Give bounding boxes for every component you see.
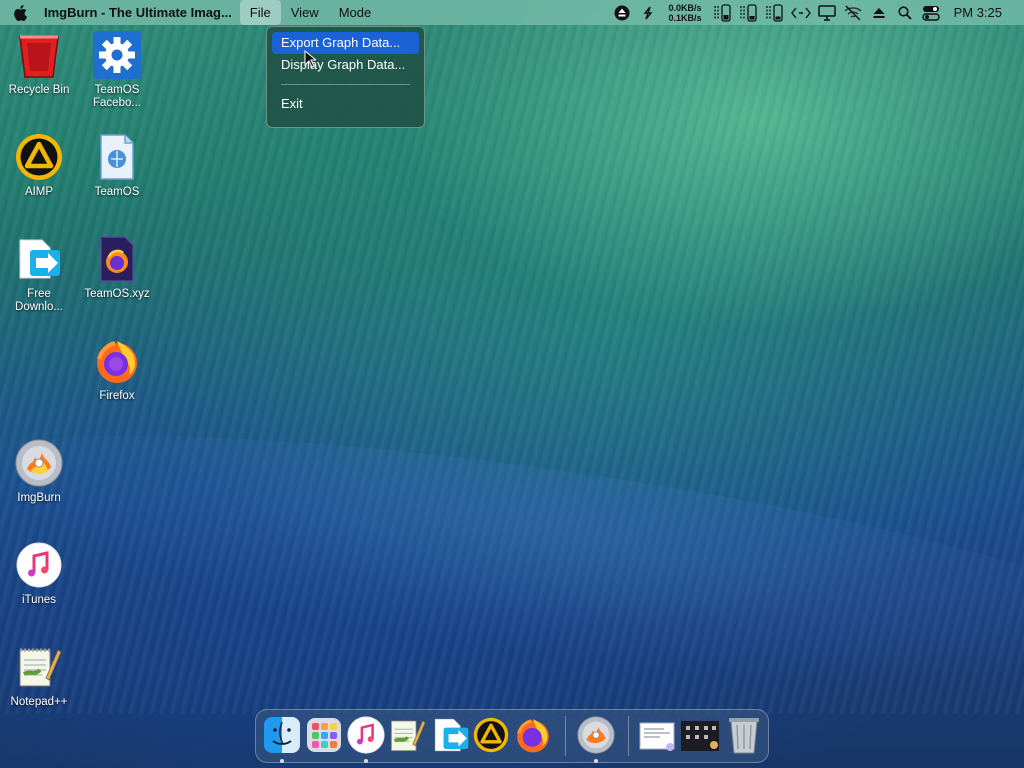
dock <box>255 709 769 763</box>
desktop-icon-teamos[interactable]: TeamOS <box>78 132 156 199</box>
desktop-icon-imgburn[interactable]: ImgBurn <box>0 438 78 505</box>
dock-imgburn[interactable] <box>576 715 616 763</box>
running-indicator <box>364 759 368 763</box>
control-center-icon[interactable] <box>918 0 944 25</box>
menu-file[interactable]: File <box>239 0 281 25</box>
firefox-icon <box>517 719 549 753</box>
dock-downloads-stack[interactable] <box>638 715 678 755</box>
aimp-icon <box>14 132 64 182</box>
desktop-icon-free-download-manager[interactable]: Free Downlo... <box>0 234 78 314</box>
desktop-icon-label: Firefox <box>99 390 135 402</box>
download-speed: 0.1KB/s <box>668 12 702 23</box>
menu-item-exit[interactable]: Exit <box>272 93 419 115</box>
eject-circle-icon[interactable] <box>609 0 635 25</box>
desktop-icon-label: Recycle Bin <box>8 84 70 96</box>
trash-icon <box>729 718 759 754</box>
eject-icon[interactable] <box>866 0 892 25</box>
running-indicator <box>594 759 598 763</box>
dock-separator <box>628 716 629 756</box>
desktop-icon-label: TeamOS Facebo... <box>93 84 141 109</box>
wifi-off-icon[interactable] <box>840 0 866 25</box>
upload-speed: 0.0KB/s <box>668 2 702 13</box>
finder-icon <box>264 717 300 753</box>
battery-2-icon[interactable] <box>736 0 762 25</box>
network-speed[interactable]: 0.0KB/s 0.1KB/s <box>661 3 710 23</box>
desktop-icon-label: TeamOS <box>94 186 140 198</box>
menu-mode[interactable]: Mode <box>329 0 382 25</box>
imgburn-disc-icon <box>14 438 64 488</box>
desktop-icon-firefox[interactable]: Firefox <box>78 336 156 403</box>
menu-item-display-graph-data[interactable]: Display Graph Data... <box>272 54 419 76</box>
launchpad-icon <box>307 718 341 752</box>
desktop-icon-label: Free Downlo... <box>15 288 63 313</box>
recycle-bin-icon <box>14 30 64 80</box>
imgburn-disc-icon <box>577 716 615 754</box>
mouse-cursor-icon <box>304 49 318 73</box>
gear-icon <box>92 30 142 80</box>
download-arrow-icon <box>434 718 469 752</box>
menu-bar: ImgBurn - The Ultimate Imag... File View… <box>0 0 1024 25</box>
desktop-icon-label: iTunes <box>21 594 57 606</box>
firefox-icon <box>92 336 142 386</box>
dock-firefox[interactable] <box>513 715 553 755</box>
document-icon <box>92 132 142 182</box>
aimp-icon <box>473 717 509 753</box>
document-stack-icon <box>639 722 675 751</box>
menubar-clock[interactable]: PM 3:25 <box>944 5 1024 20</box>
itunes-icon <box>347 716 385 754</box>
status-area: 0.0KB/s 0.1KB/s PM 3:25 <box>609 0 1024 25</box>
desktop-icon-recycle-bin[interactable]: Recycle Bin <box>0 30 78 97</box>
dock-separator <box>565 716 566 756</box>
itunes-icon <box>14 540 64 590</box>
app-grid-icon <box>681 721 719 751</box>
app-title[interactable]: ImgBurn - The Ultimate Imag... <box>40 5 240 20</box>
download-arrow-icon <box>14 234 64 284</box>
desktop-icon-notepad-plus-plus[interactable]: Notepad++ <box>0 642 78 709</box>
notepad-icon <box>14 642 64 692</box>
apple-icon[interactable] <box>0 4 40 21</box>
notepad-icon <box>390 720 426 752</box>
desktop-icon-label: ImgBurn <box>17 492 61 504</box>
sync-icon[interactable] <box>635 0 661 25</box>
desktop-icon-aimp[interactable]: AIMP <box>0 132 78 199</box>
file-menu-dropdown: Export Graph Data... Display Graph Data.… <box>266 26 425 128</box>
code-arrows-icon[interactable] <box>788 0 814 25</box>
dock-launchpad[interactable] <box>304 715 344 755</box>
search-icon[interactable] <box>892 0 918 25</box>
wallpaper-wave <box>0 380 1024 760</box>
battery-1-icon[interactable] <box>710 0 736 25</box>
firefox-document-icon <box>92 234 142 284</box>
dock-free-download-manager[interactable] <box>431 715 471 755</box>
desktop-icon-label: Notepad++ <box>10 696 68 708</box>
desktop-icon-teamos-facebook[interactable]: TeamOS Facebo... <box>78 30 156 110</box>
menu-item-export-graph-data[interactable]: Export Graph Data... <box>272 32 419 54</box>
desktop-icon-teamos-xyz[interactable]: TeamOS.xyz <box>78 234 156 301</box>
dock-itunes[interactable] <box>346 715 386 763</box>
dock-applications-stack[interactable] <box>680 715 720 755</box>
desktop-icon-itunes[interactable]: iTunes <box>0 540 78 607</box>
dock-finder[interactable] <box>262 715 302 763</box>
running-indicator <box>280 759 284 763</box>
dock-trash[interactable] <box>724 715 764 755</box>
dock-aimp[interactable] <box>471 715 511 755</box>
desktop-icon-label: AIMP <box>24 186 54 198</box>
menu-separator <box>281 84 410 85</box>
menu-view[interactable]: View <box>281 0 329 25</box>
display-icon[interactable] <box>814 0 840 25</box>
desktop-icon-label: TeamOS.xyz <box>84 288 150 300</box>
dock-notepad-plus-plus[interactable] <box>387 715 427 755</box>
battery-3-icon[interactable] <box>762 0 788 25</box>
